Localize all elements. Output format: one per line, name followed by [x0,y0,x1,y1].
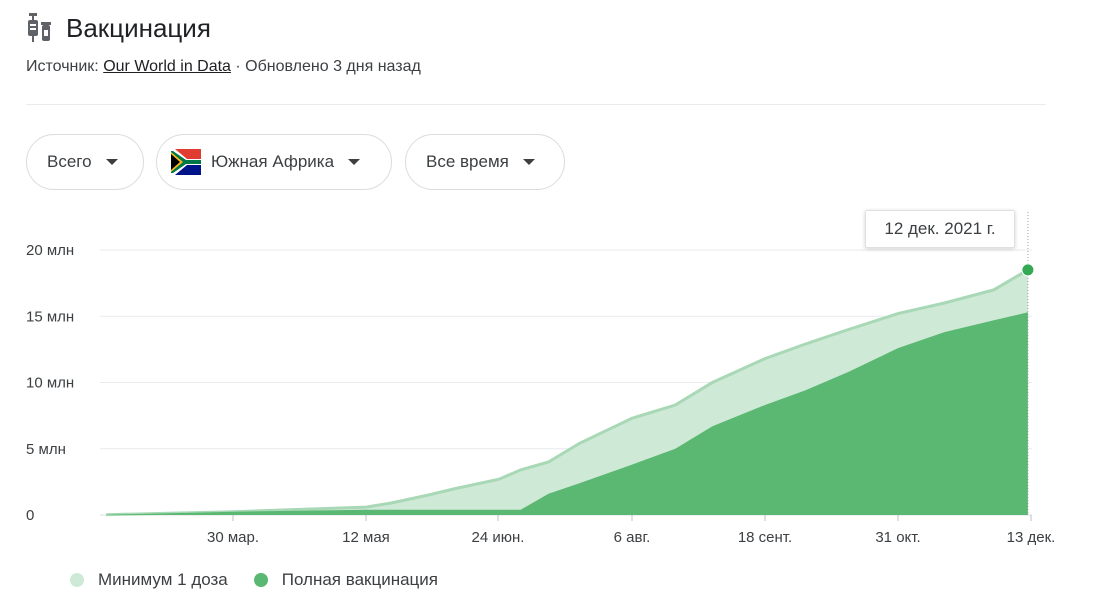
source-line: Источник: Our World in Data · Обновлено … [26,58,421,76]
period-dropdown-label: Все время [426,152,509,171]
legend-label-at-least-one: Минимум 1 доза [98,570,228,589]
legend-swatch-fully [253,573,268,587]
source-prefix: Источник: [26,58,99,75]
y-tick-label: 20 млн [26,242,74,259]
region-dropdown[interactable]: Южная Африка [156,134,392,190]
chevron-down-icon [105,159,118,165]
legend-swatch-at-least-one [70,573,84,587]
y-tick-label: 15 млн [26,308,74,325]
x-tick-label: 13 дек. [1007,529,1056,546]
x-tick-label: 24 июн. [472,529,525,546]
updated-text: · Обновлено 3 дня назад [235,58,421,75]
legend-item-fully: Полная вакцинация [253,570,438,590]
tooltip-date: 12 дек. 2021 г. [884,219,996,238]
header: Вакцинация [26,12,211,44]
page-title: Вакцинация [66,12,211,43]
period-dropdown[interactable]: Все время [405,134,565,190]
y-tick-label: 10 млн [26,375,74,392]
metric-dropdown-label: Всего [47,152,92,171]
y-tick-label: 5 млн [26,441,66,458]
y-tick-label: 0 [26,507,34,524]
x-tick-label: 18 сент. [738,529,792,546]
x-tick-label: 30 мар. [207,529,259,546]
x-tick-label: 12 мая [342,529,390,546]
region-dropdown-label: Южная Африка [211,152,335,171]
legend-label-fully: Полная вакцинация [281,570,438,589]
south-africa-flag-icon [171,149,201,175]
metric-dropdown[interactable]: Всего [26,134,144,190]
date-tooltip: 12 дек. 2021 г. [865,210,1015,248]
vaccination-chart[interactable]: 0 5 млн 10 млн 15 млн 20 млн 30 мар. 12 мая 24 … [0,200,1101,560]
hover-point [1021,263,1035,277]
chevron-down-icon [522,159,535,165]
x-tick-label: 6 авг. [614,529,651,546]
source-link[interactable]: Our World in Data [103,58,231,75]
legend: Минимум 1 доза Полная вакцинация [70,570,464,590]
x-tick-label: 31 окт. [875,529,920,546]
chevron-down-icon [348,159,361,165]
divider [26,104,1046,105]
vaccine-icon [28,13,51,42]
legend-item-at-least-one: Минимум 1 доза [70,570,228,590]
